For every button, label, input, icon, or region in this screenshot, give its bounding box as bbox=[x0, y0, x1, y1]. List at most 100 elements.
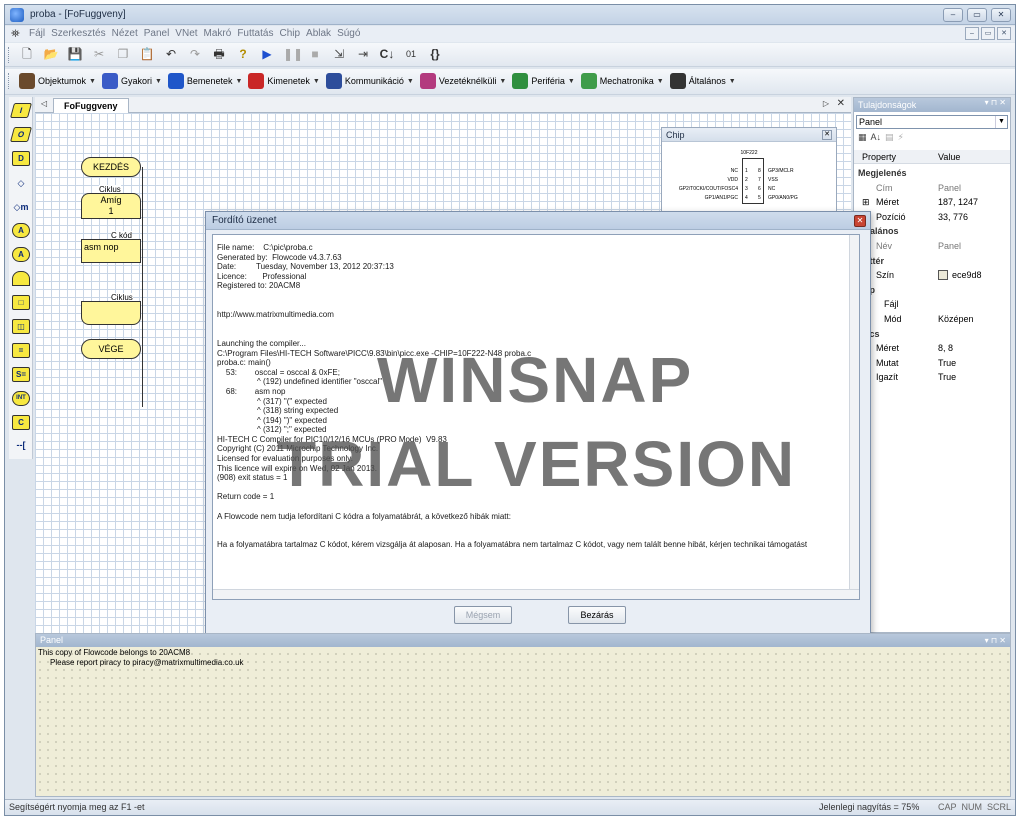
property-row[interactable]: Megjelenés bbox=[854, 166, 1010, 180]
bottom-panel[interactable]: Panel ▾ ⊓ ✕ This copy of Flowcode belong… bbox=[35, 633, 1011, 797]
undo-icon[interactable]: ↶ bbox=[163, 46, 179, 62]
property-value[interactable]: 8, 8 bbox=[938, 341, 953, 355]
run-icon[interactable]: ▶ bbox=[259, 46, 275, 62]
minimize-button[interactable]: – bbox=[943, 8, 963, 22]
loop-start-block[interactable]: Amíg 1 bbox=[81, 193, 141, 219]
decision-icon[interactable]: ◇ bbox=[12, 175, 30, 191]
property-row[interactable]: Mutat True bbox=[854, 356, 1010, 370]
vertical-scrollbar[interactable] bbox=[849, 235, 859, 599]
property-value[interactable]: 33, 776 bbox=[938, 210, 968, 224]
property-value[interactable]: Panel bbox=[938, 239, 961, 253]
redo-icon[interactable]: ↷ bbox=[187, 46, 203, 62]
menu-item[interactable]: Szerkesztés bbox=[51, 28, 105, 39]
goto-icon[interactable]: A bbox=[12, 247, 30, 263]
bottom-panel-buttons[interactable]: ▾ ⊓ ✕ bbox=[985, 634, 1006, 647]
properties-panel-buttons[interactable]: ▾ ⊓ ✕ bbox=[985, 98, 1006, 107]
sort-alpha-icon[interactable]: A↓ bbox=[871, 132, 882, 143]
property-row[interactable]: Igazít True bbox=[854, 370, 1010, 384]
maximize-button[interactable]: ▭ bbox=[967, 8, 987, 22]
toolbar-grip[interactable] bbox=[8, 73, 11, 89]
property-row[interactable]: Név Panel bbox=[854, 239, 1010, 253]
property-row[interactable]: Kép bbox=[854, 283, 1010, 297]
property-value[interactable]: ece9d8 bbox=[938, 268, 982, 282]
chip-pin-left[interactable]: GP1/AN1/PGC bbox=[705, 195, 738, 201]
property-pages-icon[interactable]: ▤ bbox=[885, 132, 894, 143]
property-row[interactable]: Általános bbox=[854, 224, 1010, 238]
c-code-icon[interactable]: C bbox=[12, 415, 30, 431]
chip-pin-right[interactable]: NC bbox=[768, 186, 775, 192]
macro-icon[interactable]: A bbox=[12, 223, 30, 239]
property-row[interactable]: Mód Középen bbox=[854, 312, 1010, 326]
property-row[interactable]: Szín ece9d8 bbox=[854, 268, 1010, 282]
mdi-minimize-button[interactable]: – bbox=[965, 27, 979, 40]
property-row[interactable]: ⊞Méret8, 8 bbox=[854, 341, 1010, 355]
menu-item[interactable]: Ablak bbox=[306, 28, 331, 39]
cancel-button[interactable]: Mégsem bbox=[454, 606, 512, 624]
tab-scroll-right-icon[interactable]: ▷ bbox=[823, 99, 829, 108]
menu-item[interactable]: Chip bbox=[279, 28, 300, 39]
component-menu-button[interactable]: Periféria ▼ bbox=[512, 73, 575, 89]
output-icon[interactable]: O bbox=[9, 127, 33, 143]
component-menu-button[interactable]: Bemenetek ▼ bbox=[167, 73, 242, 89]
comment-icon[interactable]: --[ bbox=[12, 437, 30, 453]
connection-point-icon[interactable]: ◇m bbox=[12, 199, 30, 215]
toolbar-grip[interactable] bbox=[8, 47, 11, 63]
dialog-close-button[interactable]: ✕ bbox=[854, 215, 866, 227]
mdi-restore-button[interactable]: ▭ bbox=[981, 27, 995, 40]
property-value[interactable]: 187, 1247 bbox=[938, 195, 978, 209]
delay-icon[interactable]: D bbox=[12, 151, 30, 167]
property-value[interactable]: True bbox=[938, 370, 956, 384]
property-row[interactable]: Háttér bbox=[854, 254, 1010, 268]
copy-icon[interactable]: ❐ bbox=[115, 46, 131, 62]
component-menu-button[interactable]: Objektumok ▼ bbox=[19, 73, 96, 89]
menu-item[interactable]: Panel bbox=[144, 28, 170, 39]
property-row[interactable]: Rács bbox=[854, 327, 1010, 341]
save-icon[interactable]: 💾 bbox=[67, 46, 83, 62]
start-terminal[interactable]: KEZDÉS bbox=[81, 157, 141, 177]
print-icon[interactable]: 🖶 bbox=[211, 46, 227, 62]
component-menu-button[interactable]: Gyakori ▼ bbox=[101, 73, 162, 89]
component-menu-button[interactable]: Kimenetek ▼ bbox=[248, 73, 320, 89]
menu-item[interactable]: Fájl bbox=[29, 28, 45, 39]
variable-icon[interactable]: = bbox=[12, 343, 30, 359]
loop-icon[interactable] bbox=[12, 271, 30, 287]
compile-c-icon[interactable]: C↓ bbox=[379, 46, 395, 62]
chip-pin-right[interactable]: GP0/AN0/PG bbox=[768, 195, 798, 201]
events-icon[interactable]: ⚡ bbox=[898, 132, 904, 143]
component-menu-button[interactable]: Vezetéknélküli ▼ bbox=[419, 73, 506, 89]
chip-pin-left[interactable]: NC bbox=[731, 168, 738, 174]
chevron-down-icon[interactable]: ▼ bbox=[995, 116, 1007, 128]
compile-hex-icon[interactable]: 01 bbox=[403, 46, 419, 62]
tab-fofuggveny[interactable]: FoFuggveny bbox=[53, 98, 129, 113]
property-row[interactable]: ⊞Pozíció33, 776 bbox=[854, 210, 1010, 224]
calculation-icon[interactable]: □ bbox=[12, 295, 30, 311]
paste-icon[interactable]: 📋 bbox=[139, 46, 155, 62]
chip-pin-left[interactable]: GP2/T0CKI/COUT/FOSC4 bbox=[679, 186, 738, 192]
c-code-block[interactable]: asm nop bbox=[81, 239, 141, 263]
color-swatch[interactable] bbox=[938, 270, 948, 281]
component-menu-button[interactable]: Általános ▼ bbox=[669, 73, 736, 89]
compile-chip-icon[interactable]: {} bbox=[427, 46, 443, 62]
stop-icon[interactable]: ■ bbox=[307, 46, 323, 62]
menu-item[interactable]: VNet bbox=[175, 28, 197, 39]
property-row[interactable]: Cím Panel bbox=[854, 181, 1010, 195]
step-over-icon[interactable]: ⇥ bbox=[355, 46, 371, 62]
step-into-icon[interactable]: ⇲ bbox=[331, 46, 347, 62]
property-value[interactable]: Panel bbox=[938, 181, 961, 195]
menu-item[interactable]: Súgó bbox=[337, 28, 360, 39]
end-terminal[interactable]: VÉGE bbox=[81, 339, 141, 359]
compiler-output-text[interactable]: File name: C:\pic\proba.c Generated by: F… bbox=[212, 234, 860, 600]
menu-item[interactable]: Futtatás bbox=[237, 28, 273, 39]
cut-icon[interactable]: ✂ bbox=[91, 46, 107, 62]
property-row[interactable]: ⊞ Méret 187, 1247 bbox=[854, 195, 1010, 209]
property-value[interactable]: True bbox=[938, 356, 956, 370]
component-macro-icon[interactable]: ◫ bbox=[12, 319, 30, 335]
horizontal-scrollbar[interactable] bbox=[213, 589, 859, 599]
categorized-icon[interactable]: ▦ bbox=[858, 132, 867, 143]
open-folder-icon[interactable]: 📂 bbox=[43, 46, 59, 62]
expand-icon[interactable]: ⊞ bbox=[862, 195, 870, 209]
close-button[interactable]: ✕ bbox=[991, 8, 1011, 22]
chip-close-button[interactable]: ✕ bbox=[822, 130, 832, 140]
document-close-icon[interactable]: ✕ bbox=[837, 98, 845, 109]
chip-pin-left[interactable]: VDD bbox=[727, 177, 738, 183]
